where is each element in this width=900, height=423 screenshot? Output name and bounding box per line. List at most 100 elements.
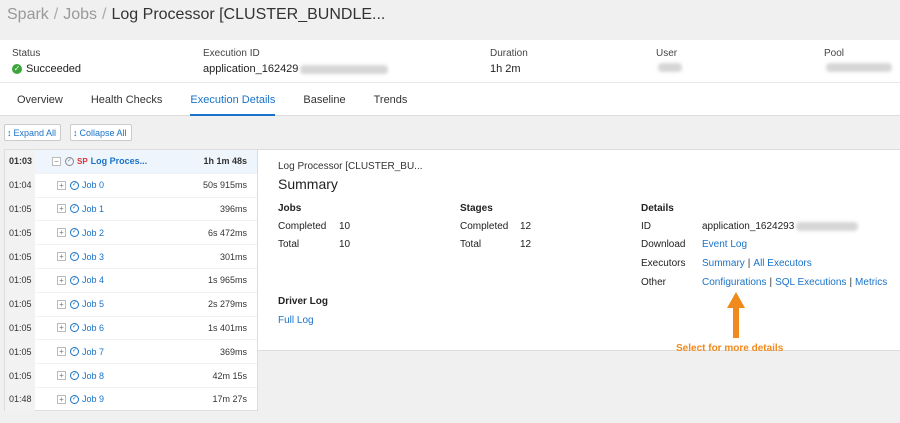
detail-title: Summary <box>278 176 338 192</box>
metrics-link[interactable]: Metrics <box>855 277 887 288</box>
link-separator: | <box>849 277 853 288</box>
row-start-time: 01:05 <box>5 340 35 364</box>
jobs-section-title: Jobs <box>278 203 302 214</box>
annotation-arrow-icon <box>727 292 745 338</box>
tree-row-job[interactable]: 01:05 + ✓ Job 8 42m 15s <box>5 364 257 388</box>
tree-row-job[interactable]: 01:05 + ✓ Job 7 369ms <box>5 340 257 365</box>
user-field: User <box>656 48 682 72</box>
jobs-completed-label: Completed <box>278 221 327 232</box>
row-name-link[interactable]: Job 9 <box>82 394 104 404</box>
spark-badge: SP <box>77 156 88 166</box>
row-name-link[interactable]: Job 7 <box>82 347 104 357</box>
tree-row-job[interactable]: 01:04 + ✓ Job 0 50s 915ms <box>5 173 257 198</box>
tree-row-root[interactable]: 01:03 − ✓ SP Log Proces... 1h 1m 48s <box>5 150 257 174</box>
expand-toggle-icon[interactable]: + <box>57 394 66 404</box>
tree-row-job[interactable]: 01:05 + ✓ Job 3 301ms <box>5 245 257 269</box>
duration-field: Duration 1h 2m <box>490 48 528 75</box>
detail-panel: Log Processor [CLUSTER_BU... Summary Job… <box>258 149 900 351</box>
check-circle-icon: ✓ <box>70 323 79 333</box>
all-executors-link[interactable]: All Executors <box>753 258 811 269</box>
row-name-link[interactable]: Job 1 <box>82 204 104 214</box>
row-duration: 369ms <box>219 346 247 357</box>
expand-all-button[interactable]: ↕ Expand All <box>4 124 62 141</box>
link-separator: | <box>747 258 751 269</box>
expand-toggle-icon[interactable]: + <box>57 371 66 381</box>
collapse-toggle-icon[interactable]: − <box>52 156 61 166</box>
tab-execution-details[interactable]: Execution Details <box>190 83 276 116</box>
configurations-link[interactable]: Configurations <box>702 277 766 288</box>
status-value: Succeeded <box>26 63 82 75</box>
expand-toggle-icon[interactable]: + <box>57 252 66 262</box>
event-log-link[interactable]: Event Log <box>702 239 747 250</box>
breadcrumb-spark[interactable]: Spark <box>7 6 49 24</box>
breadcrumb: Spark / Jobs / Log Processor [CLUSTER_BU… <box>0 0 900 28</box>
breadcrumb-jobs[interactable]: Jobs <box>63 6 97 24</box>
tree-row-job[interactable]: 01:05 + ✓ Job 2 6s 472ms <box>5 221 257 246</box>
expand-toggle-icon[interactable]: + <box>57 323 66 333</box>
tree-row-job[interactable]: 01:05 + ✓ Job 5 2s 279ms <box>5 292 257 317</box>
expand-toggle-icon[interactable]: + <box>57 228 66 238</box>
row-name-link[interactable]: Job 8 <box>82 371 104 381</box>
stages-completed-value: 12 <box>520 221 532 232</box>
tree-row-job[interactable]: 01:48 + ✓ Job 9 17m 27s <box>5 387 257 412</box>
row-name-link[interactable]: Log Proces... <box>91 156 148 166</box>
id-label: ID <box>641 221 651 232</box>
check-circle-icon: ✓ <box>70 252 79 262</box>
check-circle-icon: ✓ <box>70 180 79 190</box>
status-label: Status <box>12 48 41 59</box>
row-name-link[interactable]: Job 6 <box>82 323 104 333</box>
row-duration: 42m 15s <box>212 370 247 381</box>
check-circle-icon: ✓ <box>70 394 79 404</box>
full-log-link[interactable]: Full Log <box>278 315 314 326</box>
tab-baseline[interactable]: Baseline <box>303 83 345 116</box>
row-name-link[interactable]: Job 4 <box>82 275 104 285</box>
check-circle-icon: ✓ <box>70 204 79 214</box>
check-circle-icon: ✓ <box>70 371 79 381</box>
collapse-arrows-icon: ↕ <box>73 127 78 138</box>
stages-total-label: Total <box>460 239 482 250</box>
row-start-time: 01:05 <box>5 221 35 245</box>
status-field: Status ✓ Succeeded <box>12 48 81 75</box>
breadcrumb-separator: / <box>102 6 107 23</box>
collapse-all-button[interactable]: ↕ Collapse All <box>70 124 132 141</box>
other-label: Other <box>641 277 667 288</box>
execution-id-value: application_162429 <box>203 63 299 75</box>
jobs-completed-value: 10 <box>339 221 351 232</box>
row-name-link[interactable]: Job 3 <box>82 252 104 262</box>
tree-row-job[interactable]: 01:05 + ✓ Job 6 1s 401ms <box>5 316 257 341</box>
check-circle-icon: ✓ <box>70 299 79 309</box>
tree-row-job[interactable]: 01:05 + ✓ Job 1 396ms <box>5 197 257 222</box>
success-check-icon: ✓ <box>12 64 22 74</box>
detail-subtitle: Log Processor [CLUSTER_BU... <box>278 161 423 172</box>
executors-summary-link[interactable]: Summary <box>702 258 745 269</box>
tab-overview[interactable]: Overview <box>17 83 63 116</box>
row-duration: 1s 401ms <box>207 322 247 333</box>
user-label: User <box>656 48 678 59</box>
expand-toggle-icon[interactable]: + <box>57 299 66 309</box>
tab-health-checks[interactable]: Health Checks <box>91 83 163 116</box>
row-start-time: 01:04 <box>5 173 35 197</box>
stages-section-title: Stages <box>460 203 493 214</box>
sql-executions-link[interactable]: SQL Executions <box>775 277 846 288</box>
tree-row-job[interactable]: 01:05 + ✓ Job 4 1s 965ms <box>5 268 257 293</box>
check-circle-icon: ✓ <box>65 156 74 166</box>
execution-info-bar: Status ✓ Succeeded Execution ID applicat… <box>0 40 900 82</box>
row-name-link[interactable]: Job 0 <box>82 180 104 190</box>
expand-toggle-icon[interactable]: + <box>57 347 66 357</box>
row-duration: 17m 27s <box>212 394 247 405</box>
breadcrumb-separator: / <box>53 6 59 23</box>
expand-toggle-icon[interactable]: + <box>57 275 66 285</box>
details-section-title: Details <box>641 203 674 214</box>
tree-toolbar: ↕ Expand All ↕ Collapse All <box>4 124 132 141</box>
tab-trends[interactable]: Trends <box>374 83 408 116</box>
row-name-link[interactable]: Job 2 <box>82 228 104 238</box>
annotation-text: Select for more details <box>676 343 784 354</box>
redacted-text <box>300 64 389 74</box>
row-name-link[interactable]: Job 5 <box>82 299 104 309</box>
expand-toggle-icon[interactable]: + <box>57 180 66 190</box>
download-label: Download <box>641 239 686 250</box>
row-duration: 1s 965ms <box>207 275 247 286</box>
expand-toggle-icon[interactable]: + <box>57 204 66 214</box>
id-value: application_1624293 <box>702 221 795 232</box>
row-duration: 2s 279ms <box>207 299 247 310</box>
